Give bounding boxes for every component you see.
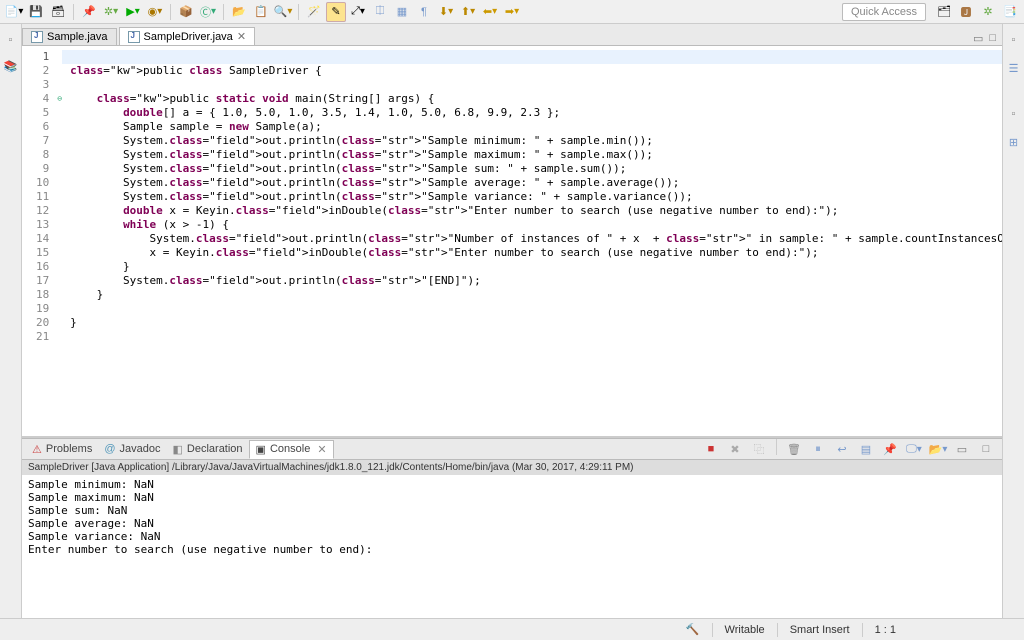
coverage-dropdown-icon[interactable]: ◉▾ [145, 2, 165, 22]
wand-icon[interactable]: 🪄 [304, 2, 324, 22]
perspective-java-icon[interactable]: 🅹 [956, 2, 976, 22]
left-trim: ▫ 📚 [0, 24, 22, 618]
remove-all-icon[interactable]: ⿻ [749, 439, 769, 459]
code-area[interactable]: class="kw">public class SampleDriver { c… [62, 46, 1002, 436]
task-list-icon[interactable]: ☰ [1004, 58, 1024, 78]
perspective-java-ee-icon[interactable]: 🗂 [934, 2, 954, 22]
build-icon: 🔨 [686, 623, 700, 636]
search-dropdown-icon[interactable]: 🔍▾ [273, 2, 293, 22]
block-selection-icon[interactable]: ▦ [392, 2, 412, 22]
quick-access-field[interactable]: Quick Access [842, 3, 926, 21]
package-explorer-icon[interactable]: 📚 [1, 56, 21, 76]
code-editor[interactable]: 123456789101112131415161718192021 ⊖ clas… [22, 46, 1002, 438]
show-whitespace-icon[interactable]: ⎅ [370, 2, 390, 22]
tab-sample-java[interactable]: Sample.java [22, 28, 117, 45]
bottom-view-tabs: ⚠ Problems @ Javadoc ◧ Declaration ▣ Con… [22, 438, 1002, 460]
open-console-dropdown-icon[interactable]: 📂▾ [928, 439, 948, 459]
java-file-icon [128, 31, 140, 43]
run-dropdown-icon[interactable]: ▶▾ [123, 2, 143, 22]
tab-console[interactable]: ▣ Console ✕ [249, 440, 334, 459]
main-toolbar: 📄▾ 💾 🗃 📌 ✲▾ ▶▾ ◉▾ 📦 Ⓒ▾ 📂 📋 🔍▾ 🪄 ✎ ⤢▾ ⎅ ▦… [0, 0, 1024, 24]
forward-dropdown-icon[interactable]: ➡▾ [502, 2, 522, 22]
console-launch-header: SampleDriver [Java Application] /Library… [22, 460, 1002, 475]
declaration-icon: ◧ [173, 443, 183, 456]
perspective-debug-icon[interactable]: ✲ [978, 2, 998, 22]
tab-label: SampleDriver.java [144, 31, 233, 43]
minimize-view-icon[interactable]: ▭ [952, 439, 972, 459]
new-class-dropdown-icon[interactable]: Ⓒ▾ [198, 2, 218, 22]
status-bar: 🔨 Writable Smart Insert 1 : 1 [0, 618, 1024, 640]
tab-javadoc[interactable]: @ Javadoc [98, 441, 166, 457]
show-source-icon[interactable]: ¶ [414, 2, 434, 22]
save-icon[interactable]: 💾 [26, 2, 46, 22]
back-dropdown-icon[interactable]: ⬅▾ [480, 2, 500, 22]
problems-icon: ⚠ [32, 443, 42, 456]
status-cursor-position: 1 : 1 [875, 624, 896, 636]
close-icon[interactable]: ✕ [317, 443, 326, 456]
save-all-icon[interactable]: 🗃 [48, 2, 68, 22]
maximize-view-icon[interactable]: □ [976, 439, 996, 459]
restore-view-icon[interactable]: ▫ [1004, 30, 1024, 50]
toggle-highlight-icon[interactable]: ✎ [326, 2, 346, 22]
tab-label: Sample.java [47, 31, 108, 43]
tab-declaration[interactable]: ◧ Declaration [167, 441, 249, 458]
refactor-dropdown-icon[interactable]: ⤢▾ [348, 2, 368, 22]
display-selected-dropdown-icon[interactable]: 🖵▾ [904, 439, 924, 459]
remove-launch-icon[interactable]: ✖ [725, 439, 745, 459]
close-icon[interactable]: ✕ [237, 30, 246, 43]
console-output[interactable]: Sample minimum: NaN Sample maximum: NaN … [22, 475, 1002, 618]
tab-sampledriver-java[interactable]: SampleDriver.java ✕ [119, 27, 255, 45]
restore-view-icon[interactable]: ▫ [1004, 104, 1024, 124]
show-console-dropdown-icon[interactable]: ▤ [856, 439, 876, 459]
line-number-gutter: 123456789101112131415161718192021 [22, 46, 57, 436]
restore-view-icon[interactable]: ▫ [1, 30, 21, 50]
pin-console-icon[interactable]: 📌 [880, 439, 900, 459]
maximize-view-icon[interactable]: □ [989, 32, 996, 45]
outline-icon[interactable]: ⊞ [1004, 132, 1024, 152]
open-type-icon[interactable]: 📂 [229, 2, 249, 22]
debug-dropdown-icon[interactable]: ✲▾ [101, 2, 121, 22]
prev-annotation-dropdown-icon[interactable]: ⬆▾ [458, 2, 478, 22]
new-package-icon[interactable]: 📦 [176, 2, 196, 22]
minimize-view-icon[interactable]: ▭ [973, 32, 983, 45]
console-icon: ▣ [256, 443, 266, 456]
tab-problems[interactable]: ⚠ Problems [26, 441, 98, 458]
javadoc-icon: @ [104, 443, 115, 455]
right-trim: ▫ ☰ ▫ ⊞ [1002, 24, 1024, 618]
editor-tabs: Sample.java SampleDriver.java ✕ ▭ □ [22, 24, 1002, 46]
new-dropdown-icon[interactable]: 📄▾ [4, 2, 24, 22]
word-wrap-icon[interactable]: ↩ [832, 439, 852, 459]
next-annotation-dropdown-icon[interactable]: ⬇▾ [436, 2, 456, 22]
terminate-icon[interactable]: ■ [701, 439, 721, 459]
pin-icon[interactable]: 📌 [79, 2, 99, 22]
scroll-lock-icon[interactable]: ⏸ [808, 439, 828, 459]
status-insert-mode: Smart Insert [790, 624, 850, 636]
open-perspective-icon[interactable]: 📑 [1000, 2, 1020, 22]
clear-console-icon[interactable]: 🗑 [784, 439, 804, 459]
java-file-icon [31, 31, 43, 43]
status-writable: Writable [725, 624, 765, 636]
open-task-icon[interactable]: 📋 [251, 2, 271, 22]
